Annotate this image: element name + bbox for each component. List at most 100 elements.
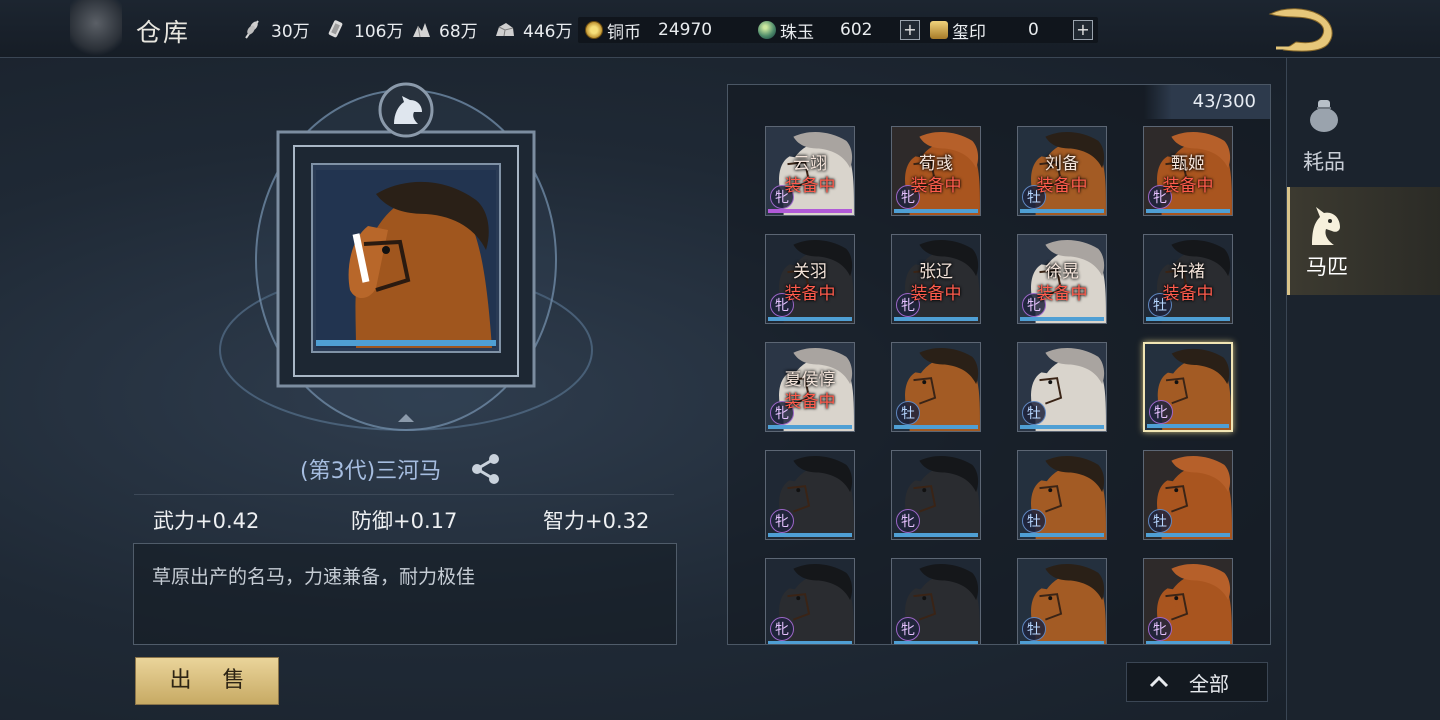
equipped-status: 装备中 bbox=[784, 176, 836, 196]
horse-slot[interactable]: 牝云翊 装备中 bbox=[765, 126, 855, 216]
jade-value: 602 bbox=[840, 20, 873, 40]
stat-force: 武力+0.42 bbox=[153, 509, 260, 533]
copper-coin-icon bbox=[585, 21, 603, 39]
horse-slot[interactable]: 牡 bbox=[891, 342, 981, 432]
currency-jade: 珠玉 602 bbox=[758, 19, 873, 43]
currency-seal: 玺印 0 bbox=[930, 19, 1039, 43]
horse-slot[interactable]: 牝荀彧 装备中 bbox=[891, 126, 981, 216]
horse-name: (第3代)三河马 bbox=[300, 459, 442, 484]
horse-slot[interactable]: 牝张辽 装备中 bbox=[891, 234, 981, 324]
resource-wood-value: 106万 bbox=[354, 21, 404, 42]
equipped-status: 装备中 bbox=[910, 176, 962, 196]
horse-description: 草原出产的名马，力速兼备，耐力极佳 bbox=[133, 543, 677, 645]
rarity-bar bbox=[1147, 424, 1229, 428]
filter-all-button[interactable]: 全部 bbox=[1126, 662, 1268, 702]
add-jade-button[interactable]: + bbox=[900, 20, 920, 40]
rarity-bar bbox=[1146, 533, 1230, 537]
tab-horses[interactable]: 马匹 bbox=[1287, 187, 1440, 295]
jade-label: 珠玉 bbox=[780, 22, 814, 43]
add-seal-button[interactable]: + bbox=[1073, 20, 1093, 40]
equipped-status: 装备中 bbox=[1162, 176, 1214, 196]
gender-badge: 牝 bbox=[896, 617, 920, 641]
equipped-status: 装备中 bbox=[910, 284, 962, 304]
gender-badge: 牡 bbox=[1022, 401, 1046, 425]
iron-icon bbox=[410, 18, 432, 40]
horse-slot[interactable]: 牡 bbox=[1017, 450, 1107, 540]
dragon-emblem-icon bbox=[70, 0, 122, 58]
horse-slot[interactable]: 牡许褚 装备中 bbox=[1143, 234, 1233, 324]
category-tabs: 耗品 马匹 bbox=[1286, 58, 1440, 720]
dragon-logo-icon[interactable] bbox=[1266, 4, 1340, 54]
description-text: 草原出产的名马，力速兼备，耐力极佳 bbox=[152, 566, 476, 588]
horse-slot[interactable]: 牡 bbox=[1143, 450, 1233, 540]
gender-badge: 牡 bbox=[1148, 509, 1172, 533]
horse-slot[interactable]: 牡 bbox=[1017, 558, 1107, 644]
sell-button[interactable]: 出 售 bbox=[135, 657, 279, 705]
horse-slot[interactable]: 牡 bbox=[1017, 342, 1107, 432]
rarity-bar bbox=[1020, 317, 1104, 321]
resource-stone-value: 446万 bbox=[523, 21, 573, 42]
horse-slot[interactable]: 牝 bbox=[1143, 558, 1233, 644]
gender-badge: 牝 bbox=[896, 509, 920, 533]
stat-intellect: 智力+0.32 bbox=[543, 509, 650, 533]
gender-badge: 牡 bbox=[1022, 509, 1046, 533]
rarity-bar bbox=[1020, 641, 1104, 644]
horse-slot[interactable]: 牝 bbox=[891, 558, 981, 644]
horse-inventory-grid: 43/300 牝云翊 装备中牝荀彧 装备中牡刘备 装备中牝甄姬 装备中牝关羽 装备中牝张辽… bbox=[727, 84, 1271, 645]
horse-slot[interactable]: 牡刘备 装备中 bbox=[1017, 126, 1107, 216]
horse-slot[interactable]: 牝 bbox=[891, 450, 981, 540]
equipped-status: 装备中 bbox=[1162, 284, 1214, 304]
rarity-bar bbox=[1020, 533, 1104, 537]
horse-slot[interactable]: 牝关羽 装备中 bbox=[765, 234, 855, 324]
divider bbox=[134, 494, 674, 495]
gender-badge: 牡 bbox=[896, 401, 920, 425]
seal-value: 0 bbox=[1028, 20, 1039, 40]
rarity-bar bbox=[768, 641, 852, 644]
filter-label: 全部 bbox=[1189, 671, 1229, 696]
rarity-bar bbox=[768, 533, 852, 537]
top-bar: 仓库 30万 106万 68万 446万 铜币 24970 珠玉 602 + 玺… bbox=[0, 0, 1440, 58]
tab-consumables[interactable]: 耗品 bbox=[1287, 78, 1440, 186]
rarity-bar bbox=[1146, 317, 1230, 321]
equipped-status: 装备中 bbox=[784, 392, 836, 412]
horse-slot[interactable]: 牝夏侯惇 装备中 bbox=[765, 342, 855, 432]
wood-icon bbox=[325, 18, 347, 40]
horse-slot[interactable]: 牝 bbox=[765, 450, 855, 540]
gender-badge: 牝 bbox=[1149, 400, 1173, 424]
resource-stone: 446万 bbox=[494, 18, 573, 42]
horse-slot[interactable]: 牝 bbox=[1143, 342, 1233, 432]
resource-wood: 106万 bbox=[325, 18, 404, 42]
page-title: 仓库 bbox=[136, 18, 191, 47]
resource-iron: 68万 bbox=[410, 18, 478, 42]
chevron-up-icon bbox=[1149, 672, 1179, 693]
wheat-icon bbox=[242, 18, 264, 40]
horse-slot[interactable]: 牝 bbox=[765, 558, 855, 644]
tab-consumables-label: 耗品 bbox=[1303, 150, 1345, 174]
seal-icon bbox=[930, 21, 948, 39]
resource-wheat: 30万 bbox=[242, 18, 310, 42]
seal-label: 玺印 bbox=[952, 22, 986, 43]
jade-icon bbox=[758, 21, 776, 39]
equipped-status: 装备中 bbox=[1036, 284, 1088, 304]
rarity-bar bbox=[894, 209, 978, 213]
horse-portrait-frame bbox=[216, 80, 596, 440]
rarity-bar bbox=[1146, 641, 1230, 644]
horse-slot[interactable]: 牝甄姬 装备中 bbox=[1143, 126, 1233, 216]
inventory-capacity: 43/300 bbox=[1144, 85, 1270, 119]
copper-value: 24970 bbox=[658, 20, 713, 40]
rarity-bar bbox=[1146, 209, 1230, 213]
copper-label: 铜币 bbox=[607, 22, 641, 43]
resource-iron-value: 68万 bbox=[439, 21, 478, 42]
pouch-icon bbox=[1310, 100, 1338, 132]
rarity-bar bbox=[894, 425, 978, 429]
rarity-bar bbox=[1020, 209, 1104, 213]
share-icon[interactable] bbox=[469, 452, 503, 486]
horse-slot[interactable]: 牝徐晃 装备中 bbox=[1017, 234, 1107, 324]
gender-badge: 牡 bbox=[1022, 617, 1046, 641]
rarity-bar bbox=[768, 209, 852, 213]
gender-badge: 牝 bbox=[770, 509, 794, 533]
horse-head-icon bbox=[1312, 207, 1340, 245]
stone-icon bbox=[494, 18, 516, 40]
currency-copper: 铜币 24970 bbox=[585, 19, 713, 43]
rarity-bar bbox=[894, 317, 978, 321]
